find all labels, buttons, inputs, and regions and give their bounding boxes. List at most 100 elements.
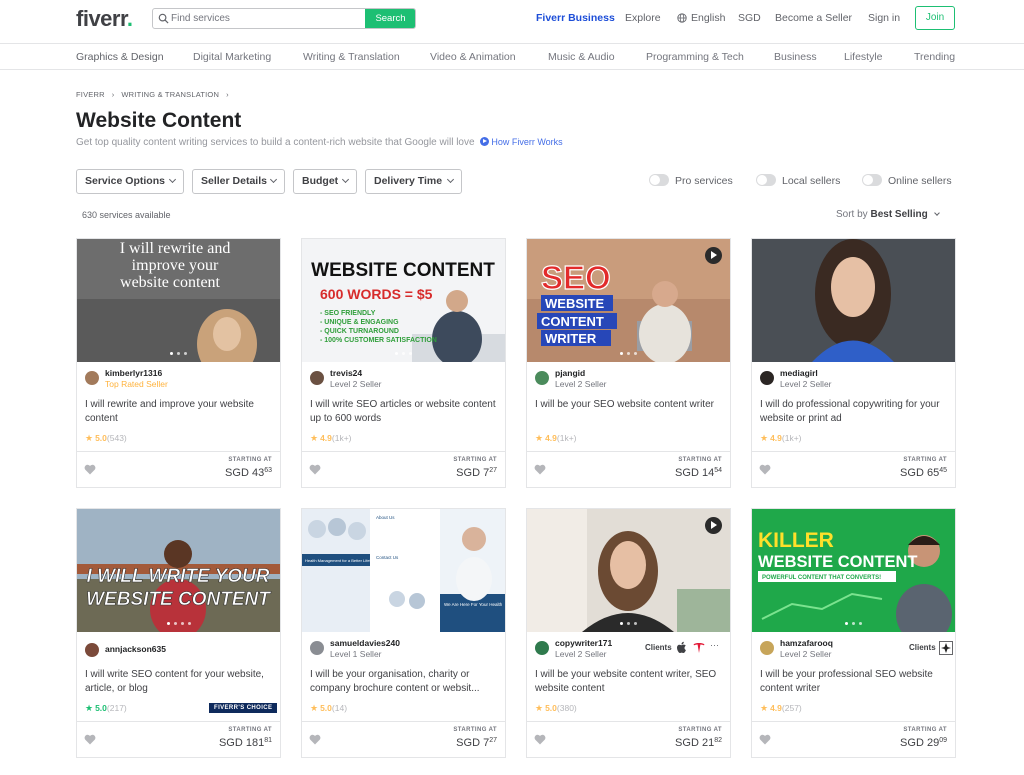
gig-thumbnail[interactable]: KILLER WEBSITE CONTENT POWERFUL CONTENT … bbox=[752, 509, 955, 632]
language-selector[interactable]: English bbox=[691, 12, 725, 24]
seller-name[interactable]: annjackson635 bbox=[105, 644, 166, 654]
gig-card[interactable]: KILLER WEBSITE CONTENT POWERFUL CONTENT … bbox=[751, 508, 956, 758]
gig-thumbnail[interactable]: About Us Health Management for a Better … bbox=[302, 509, 505, 632]
seller-name[interactable]: kimberlyr1316 bbox=[105, 368, 162, 378]
gig-title[interactable]: I will write SEO articles or website con… bbox=[310, 398, 500, 426]
breadcrumb-fiverr[interactable]: FIVERR bbox=[76, 90, 105, 99]
carousel-dots[interactable] bbox=[527, 622, 730, 625]
globe-icon bbox=[677, 13, 687, 23]
gig-rating: ★ 5.0(217) bbox=[85, 703, 127, 714]
gig-title[interactable]: I will be your professional SEO website … bbox=[760, 668, 950, 696]
sort-dropdown[interactable]: Sort by Best Selling bbox=[836, 209, 940, 220]
category-writing-translation[interactable]: Writing & Translation bbox=[303, 51, 400, 63]
gig-title[interactable]: I will be your SEO website content write… bbox=[535, 398, 725, 426]
gig-card[interactable]: About Us Health Management for a Better … bbox=[301, 508, 506, 758]
filter-label: Service Options bbox=[85, 175, 165, 187]
toggle-local-sellers[interactable] bbox=[756, 174, 776, 186]
gig-price: SGD 6545 bbox=[900, 467, 947, 479]
filter-service-options[interactable]: Service Options bbox=[76, 169, 184, 194]
carousel-dots[interactable] bbox=[527, 352, 730, 355]
carousel-dots[interactable] bbox=[302, 352, 505, 355]
gig-card[interactable]: I WILL WRITE YOUR WEBSITE CONTENT annjac… bbox=[76, 508, 281, 758]
review-count: (217) bbox=[106, 703, 127, 713]
gig-card[interactable]: I will rewrite and improve your website … bbox=[76, 238, 281, 488]
filter-delivery-time[interactable]: Delivery Time bbox=[365, 169, 462, 194]
gig-thumbnail[interactable]: WEBSITE CONTENT 600 WORDS = $5 - SEO FRI… bbox=[302, 239, 505, 362]
heart-icon[interactable] bbox=[84, 734, 96, 745]
price-amount: 21 bbox=[701, 737, 715, 749]
heart-icon[interactable] bbox=[759, 464, 771, 475]
heart-icon[interactable] bbox=[534, 734, 546, 745]
play-video-icon[interactable] bbox=[705, 247, 722, 264]
gig-title[interactable]: I will write SEO content for your websit… bbox=[85, 668, 275, 696]
toggle-online-sellers[interactable] bbox=[862, 174, 882, 186]
star-icon: ★ bbox=[310, 703, 319, 713]
category-digital-marketing[interactable]: Digital Marketing bbox=[193, 51, 271, 63]
avatar[interactable] bbox=[760, 641, 774, 655]
carousel-dots[interactable] bbox=[752, 622, 955, 625]
play-video-icon[interactable] bbox=[705, 517, 722, 534]
avatar[interactable] bbox=[85, 643, 99, 657]
currency-selector[interactable]: SGD bbox=[738, 12, 761, 24]
seller-name[interactable]: copywriter171 bbox=[555, 638, 612, 648]
heart-icon[interactable] bbox=[84, 464, 96, 475]
gig-title[interactable]: I will rewrite and improve your website … bbox=[85, 398, 275, 426]
sign-in-link[interactable]: Sign in bbox=[868, 12, 900, 24]
star-icon: ★ bbox=[535, 433, 544, 443]
category-trending[interactable]: Trending bbox=[914, 51, 955, 63]
heart-icon[interactable] bbox=[534, 464, 546, 475]
fiverr-business-link[interactable]: Fiverr Business bbox=[536, 12, 615, 24]
filter-budget[interactable]: Budget bbox=[293, 169, 357, 194]
filter-seller-details[interactable]: Seller Details bbox=[192, 169, 285, 194]
starting-at-label: STARTING AT bbox=[903, 727, 947, 733]
starting-at-label: STARTING AT bbox=[453, 727, 497, 733]
fiverr-logo[interactable]: fiverr. bbox=[76, 6, 133, 32]
gig-thumbnail[interactable]: I will rewrite and improve your website … bbox=[77, 239, 280, 362]
carousel-dots[interactable] bbox=[302, 622, 505, 625]
more-icon[interactable]: ··· bbox=[710, 640, 719, 650]
avatar[interactable] bbox=[310, 641, 324, 655]
gig-thumbnail[interactable] bbox=[752, 239, 955, 362]
avatar[interactable] bbox=[535, 371, 549, 385]
heart-icon[interactable] bbox=[759, 734, 771, 745]
avatar[interactable] bbox=[85, 371, 99, 385]
seller-name[interactable]: hamzafarooq bbox=[780, 638, 833, 648]
toggle-pro-services[interactable] bbox=[649, 174, 669, 186]
avatar[interactable] bbox=[535, 641, 549, 655]
seller-name[interactable]: trevis24 bbox=[330, 368, 362, 378]
gig-card[interactable]: mediagirl Level 2 Seller I will do profe… bbox=[751, 238, 956, 488]
gig-card[interactable]: WEBSITE CONTENT 600 WORDS = $5 - SEO FRI… bbox=[301, 238, 506, 488]
gig-thumbnail[interactable]: I WILL WRITE YOUR WEBSITE CONTENT bbox=[77, 509, 280, 632]
category-graphics-design[interactable]: Graphics & Design bbox=[76, 51, 164, 63]
seller-name[interactable]: mediagirl bbox=[780, 368, 818, 378]
search-button[interactable]: Search bbox=[365, 9, 415, 28]
explore-link[interactable]: Explore bbox=[625, 12, 661, 24]
rating-value: 5.0 bbox=[95, 703, 107, 713]
breadcrumb-writing-translation[interactable]: WRITING & TRANSLATION bbox=[121, 90, 219, 99]
search-input[interactable] bbox=[171, 9, 361, 28]
category-video-animation[interactable]: Video & Animation bbox=[430, 51, 516, 63]
seller-name[interactable]: samueldavies240 bbox=[330, 638, 400, 648]
gig-title[interactable]: I will be your organisation, charity or … bbox=[310, 668, 500, 696]
gig-title[interactable]: I will do professional copywriting for y… bbox=[760, 398, 950, 426]
avatar[interactable] bbox=[760, 371, 774, 385]
category-programming-tech[interactable]: Programming & Tech bbox=[646, 51, 744, 63]
heart-icon[interactable] bbox=[309, 464, 321, 475]
gig-thumbnail[interactable] bbox=[527, 509, 730, 632]
gig-card[interactable]: SEO WEBSITE CONTENT WRITER pjangid Level… bbox=[526, 238, 731, 488]
become-seller-link[interactable]: Become a Seller bbox=[775, 12, 852, 24]
carousel-dots[interactable] bbox=[77, 622, 280, 625]
carousel-dots[interactable] bbox=[77, 352, 280, 355]
heart-icon[interactable] bbox=[309, 734, 321, 745]
join-button[interactable]: Join bbox=[915, 6, 955, 30]
gig-thumbnail[interactable]: SEO WEBSITE CONTENT WRITER bbox=[527, 239, 730, 362]
gig-card[interactable]: copywriter171 Level 2 Seller Clients ···… bbox=[526, 508, 731, 758]
category-lifestyle[interactable]: Lifestyle bbox=[844, 51, 883, 63]
how-fiverr-works-link[interactable]: How Fiverr Works bbox=[480, 137, 563, 147]
category-music-audio[interactable]: Music & Audio bbox=[548, 51, 615, 63]
avatar[interactable] bbox=[310, 371, 324, 385]
thumb-text: - SEO FRIENDLY bbox=[320, 310, 376, 317]
seller-name[interactable]: pjangid bbox=[555, 368, 585, 378]
category-business[interactable]: Business bbox=[774, 51, 817, 63]
gig-title[interactable]: I will be your website content writer, S… bbox=[535, 668, 725, 696]
